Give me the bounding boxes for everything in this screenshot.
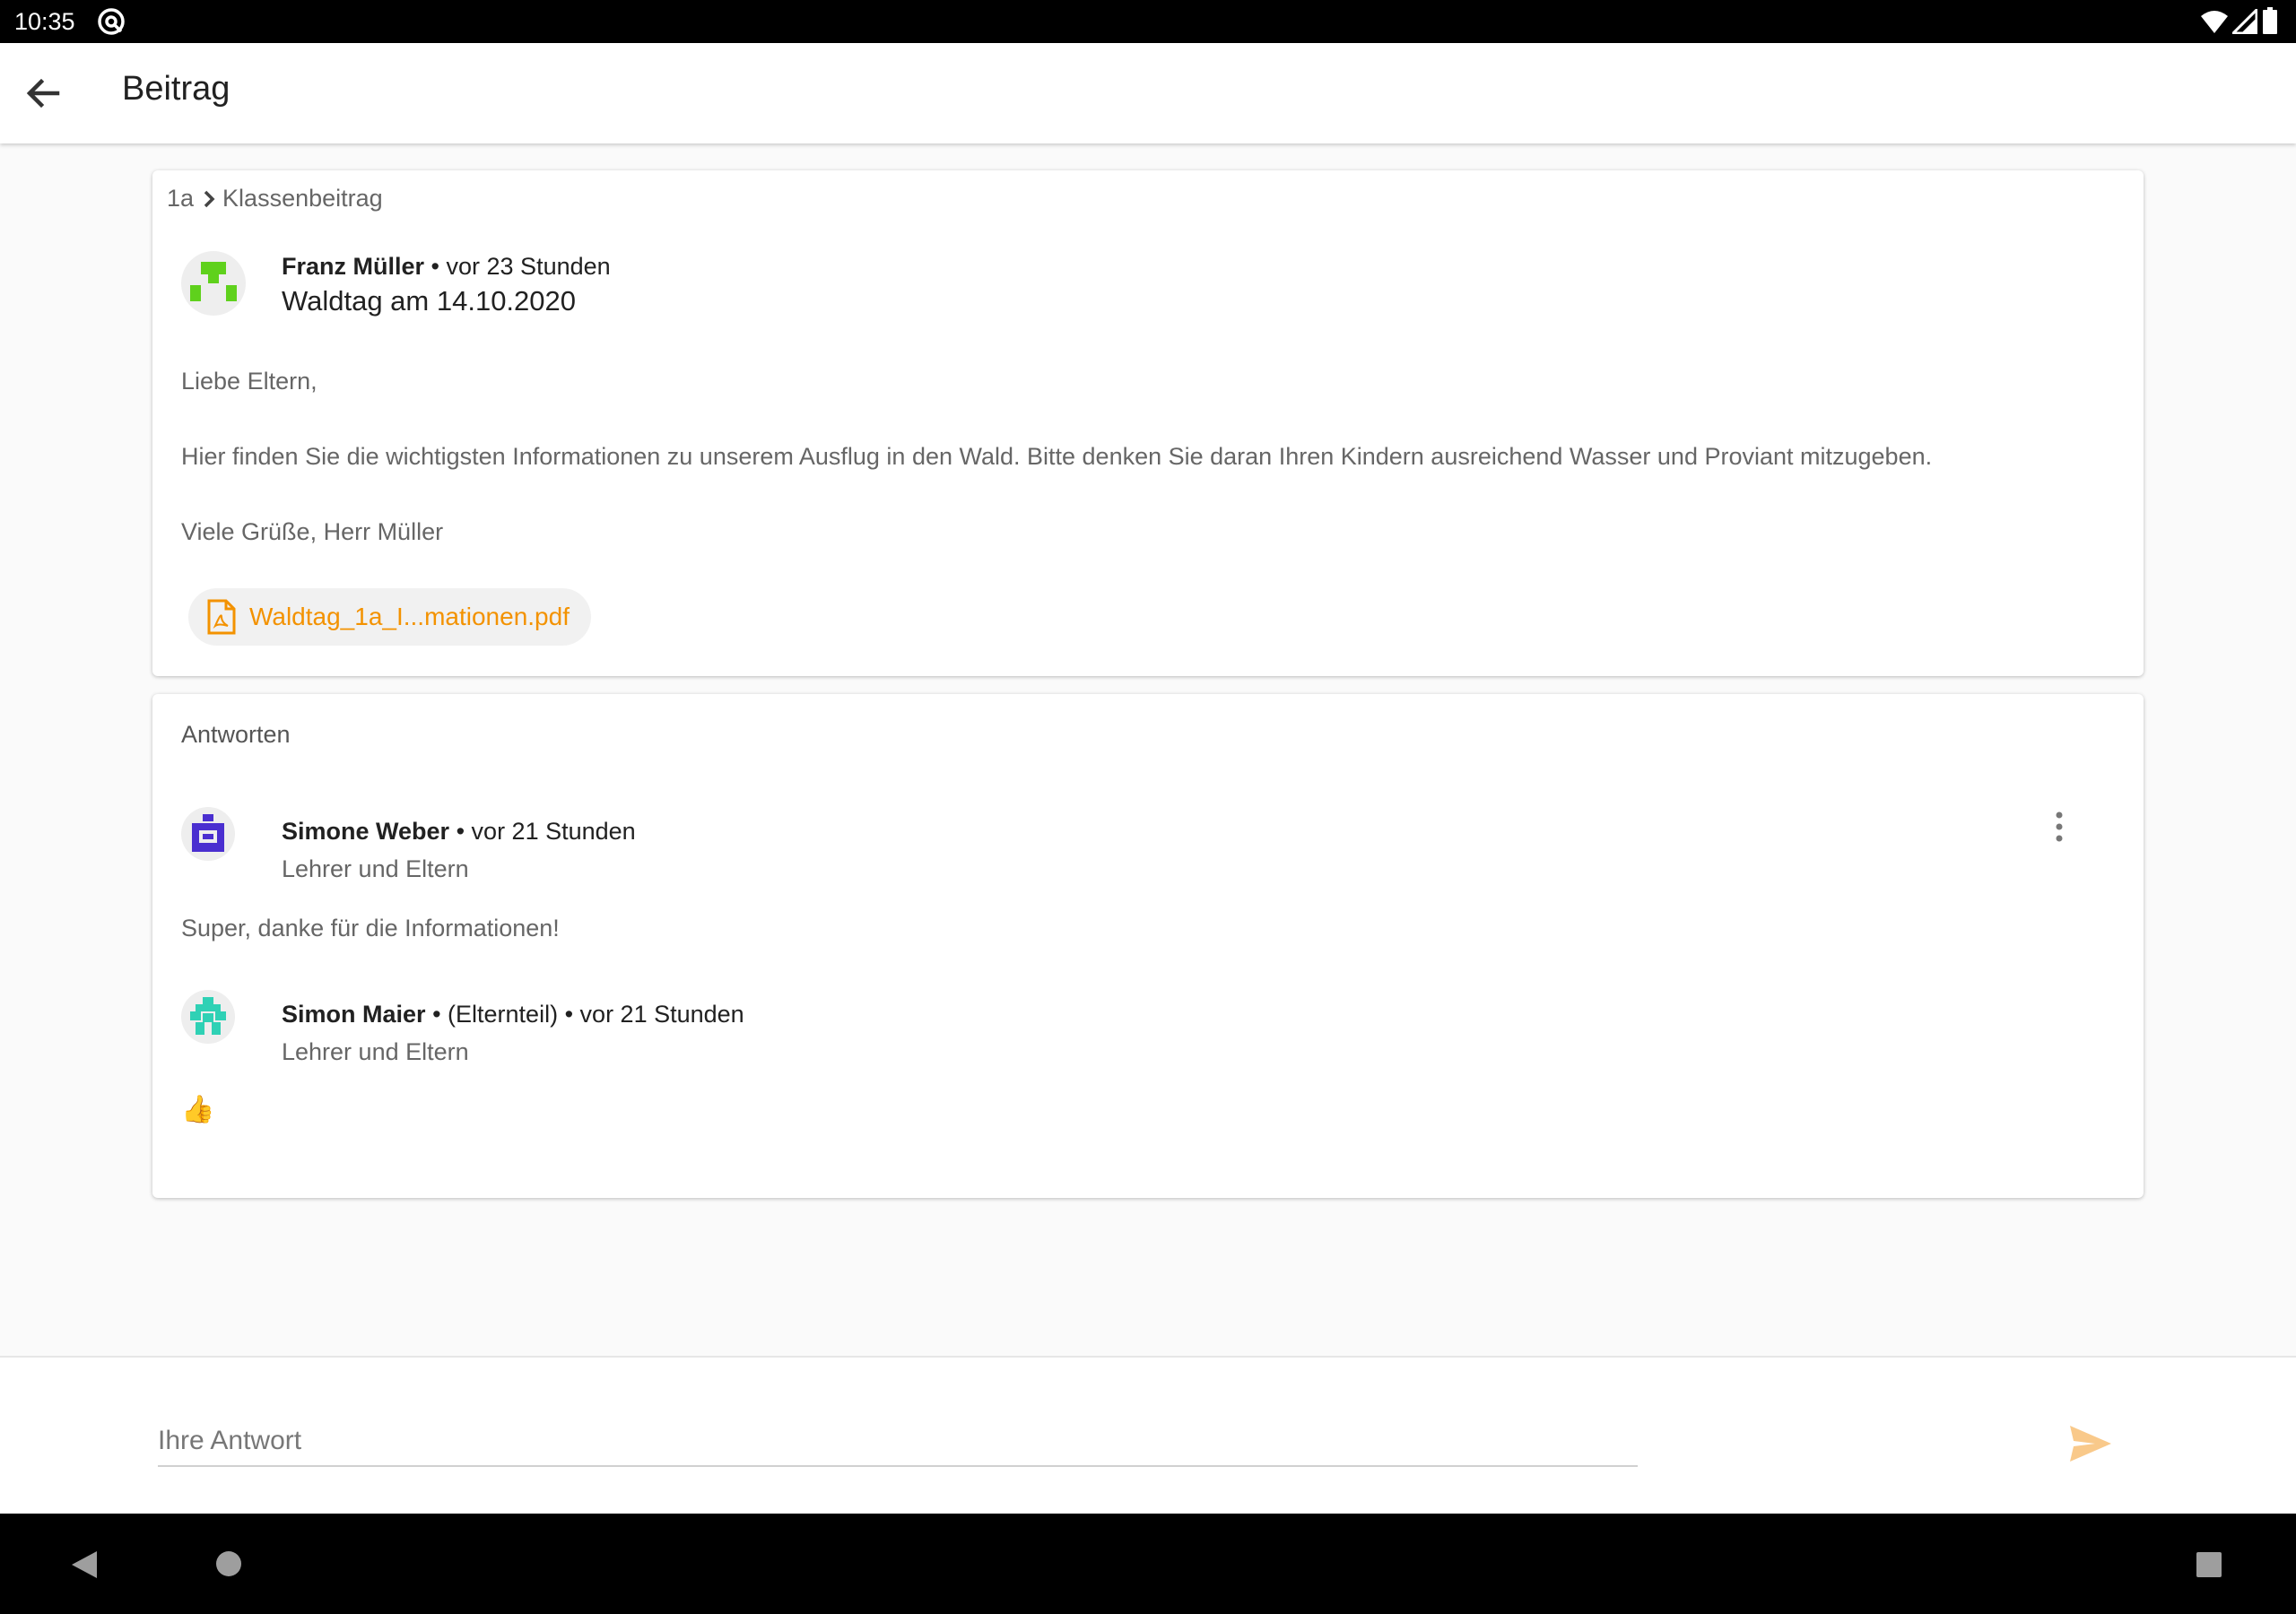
meta-separator: • — [564, 1001, 574, 1028]
author-name[interactable]: Franz Müller — [282, 253, 424, 280]
answer-text: Super, danke für die Informationen! — [181, 915, 560, 941]
answer-audience: Lehrer und Eltern — [282, 1038, 469, 1065]
status-time: 10:35 — [14, 8, 75, 35]
answer-role: (Elternteil) — [448, 1001, 559, 1028]
meta-separator: • — [430, 253, 439, 280]
answer-meta: Simone Weber • vor 21 Stunden — [282, 818, 636, 846]
attachment-filename[interactable]: Waldtag_1a_I...mationen.pdf — [249, 603, 570, 631]
answer-time: vor 21 Stunden — [471, 818, 636, 845]
answer-text: 👍 — [181, 1095, 215, 1124]
post-time: vor 23 Stunden — [446, 253, 611, 280]
identicon-green — [190, 262, 237, 301]
breadcrumb-group[interactable]: 1a — [167, 185, 194, 213]
answer-audience: Lehrer und Eltern — [282, 855, 469, 882]
answers-card: Antworten Simone Weber • vor 21 Stunden … — [152, 694, 2144, 1198]
app-bar: Beitrag — [0, 43, 2296, 143]
pdf-file-icon — [207, 599, 236, 635]
status-bar: 10:35 — [0, 0, 2296, 43]
arrow-back-icon[interactable] — [22, 72, 65, 115]
nav-back-icon[interactable] — [70, 1549, 99, 1580]
avatar[interactable] — [181, 251, 246, 316]
battery-icon — [2263, 7, 2277, 34]
wifi-icon — [2201, 11, 2228, 33]
meta-separator: • — [456, 818, 465, 845]
identicon-purple — [192, 814, 224, 852]
send-icon[interactable] — [2068, 1424, 2113, 1463]
identicon-teal — [190, 997, 226, 1035]
answer-meta: Simon Maier • (Elternteil) • vor 21 Stun… — [282, 1001, 744, 1028]
post-title: Waldtag am 14.10.2020 — [282, 285, 577, 317]
nav-home-icon[interactable] — [215, 1550, 242, 1577]
breadcrumb[interactable]: 1a Klassenbeitrag — [167, 185, 383, 213]
post-body-line: Hier finden Sie die wichtigsten Informat… — [181, 443, 1933, 470]
more-vert-icon[interactable] — [2048, 811, 2070, 843]
avatar[interactable] — [181, 807, 235, 861]
meta-separator: • — [432, 1001, 441, 1028]
answer-author[interactable]: Simone Weber — [282, 818, 449, 845]
answer-time: vor 21 Stunden — [579, 1001, 744, 1028]
signal-icon — [2232, 9, 2257, 34]
attachment-chip[interactable]: Waldtag_1a_I...mationen.pdf — [188, 588, 591, 646]
answers-title: Antworten — [181, 721, 291, 748]
nav-recent-icon[interactable] — [2196, 1551, 2222, 1578]
post-card: 1a Klassenbeitrag Franz Müller • vor 23 … — [152, 170, 2144, 676]
reply-input[interactable] — [158, 1417, 1638, 1467]
answer-author[interactable]: Simon Maier — [282, 1001, 426, 1028]
avatar[interactable] — [181, 990, 235, 1044]
reply-bar — [0, 1356, 2296, 1514]
post-body-line: Liebe Eltern, — [181, 368, 317, 395]
post-meta: Franz Müller • vor 23 Stunden — [282, 253, 611, 281]
sync-icon — [98, 8, 125, 35]
chevron-right-icon — [204, 190, 215, 207]
post-body-line: Viele Grüße, Herr Müller — [181, 518, 444, 545]
system-nav-bar — [0, 1514, 2296, 1614]
breadcrumb-section[interactable]: Klassenbeitrag — [222, 185, 383, 213]
page-title: Beitrag — [122, 70, 230, 108]
